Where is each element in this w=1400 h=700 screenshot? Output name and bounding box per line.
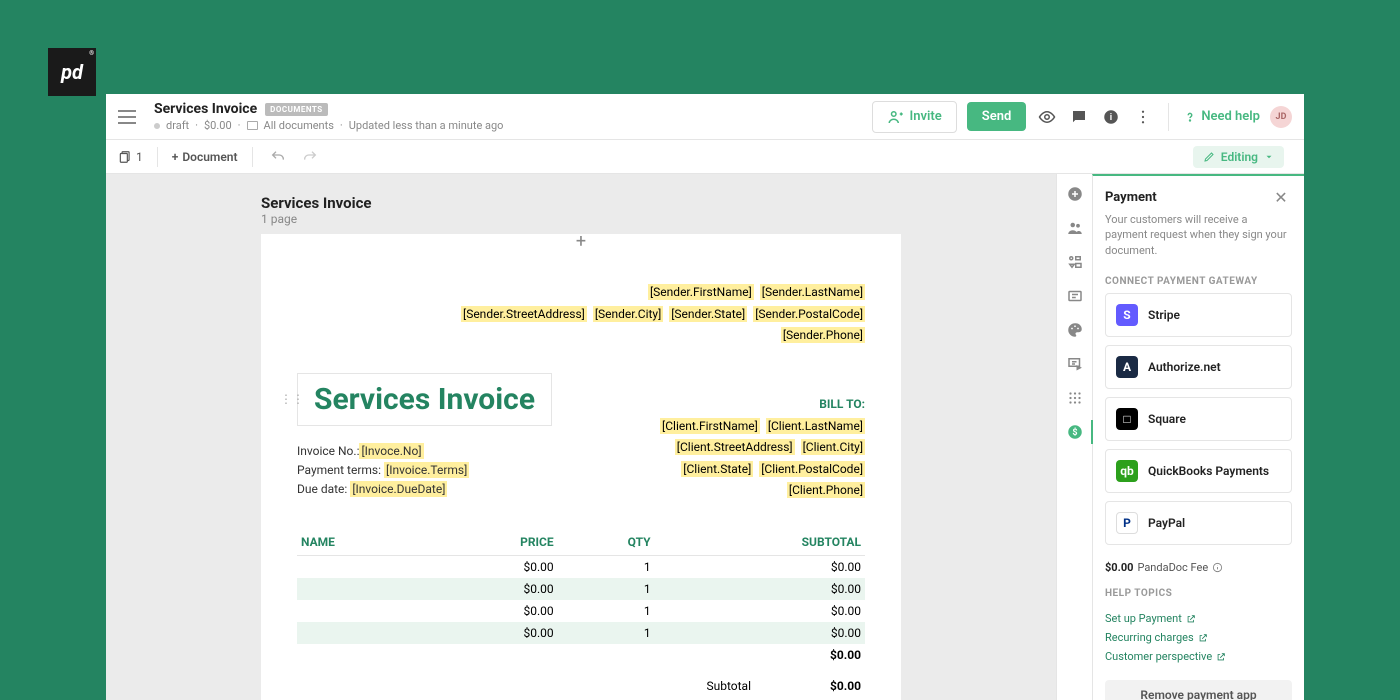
help-topics-label: HELP TOPICS xyxy=(1093,582,1304,605)
recipients-tool[interactable] xyxy=(1065,218,1085,238)
gateway-icon: A xyxy=(1116,356,1138,378)
bill-to-block[interactable]: BILL TO: [Client.FirstName] [Client.Last… xyxy=(660,394,865,502)
content-tool[interactable] xyxy=(1065,252,1085,272)
apps-tool[interactable] xyxy=(1065,388,1085,408)
remove-payment-button[interactable]: Remove payment app xyxy=(1105,680,1292,700)
table-row[interactable]: $0.001$0.00 xyxy=(297,600,865,622)
design-tool[interactable] xyxy=(1065,320,1085,340)
app-window: Services Invoice DOCUMENTS draft · $0.00… xyxy=(106,94,1304,700)
send-button[interactable]: Send xyxy=(967,102,1027,131)
table-row[interactable]: $0.001$0.00 xyxy=(297,622,865,644)
chevron-down-icon xyxy=(1264,152,1274,162)
gateway-option[interactable]: SStripe xyxy=(1105,293,1292,337)
top-bar: Services Invoice DOCUMENTS draft · $0.00… xyxy=(106,94,1304,140)
invite-button[interactable]: Invite xyxy=(872,101,957,133)
status-dot xyxy=(154,123,160,129)
gateway-icon: □ xyxy=(1116,408,1138,430)
add-document-button[interactable]: + Document xyxy=(172,150,238,164)
col-subtotal: SUBTOTAL xyxy=(655,529,865,556)
gateway-option[interactable]: PPayPal xyxy=(1105,501,1292,545)
variables-tool[interactable] xyxy=(1065,286,1085,306)
more-icon[interactable] xyxy=(1132,106,1154,128)
gateway-option[interactable]: □Square xyxy=(1105,397,1292,441)
col-price: PRICE xyxy=(428,529,558,556)
col-name: NAME xyxy=(297,529,428,556)
document-title-area: Services Invoice DOCUMENTS draft · $0.00… xyxy=(154,101,872,132)
folder-name[interactable]: All documents xyxy=(264,119,334,132)
help-link[interactable]: Customer perspective xyxy=(1105,647,1292,666)
gateway-option[interactable]: AAuthorize.net xyxy=(1105,345,1292,389)
fee-row: $0.00 PandaDoc Fee xyxy=(1093,553,1304,582)
table-row[interactable]: $0.001$0.00 xyxy=(297,556,865,579)
status-text: draft xyxy=(166,119,189,132)
panel-subtitle: Your customers will receive a payment re… xyxy=(1093,212,1304,270)
svg-text:i: i xyxy=(1110,113,1112,123)
page-count[interactable]: 1 xyxy=(118,150,143,164)
payment-panel: Payment ✕ Your customers will receive a … xyxy=(1092,174,1304,700)
pages-icon xyxy=(118,150,132,164)
user-avatar[interactable]: JD xyxy=(1270,106,1292,128)
invoice-title-block[interactable]: ⋮⋮ Services Invoice xyxy=(297,373,552,426)
price-text: $0.00 xyxy=(204,119,232,132)
payment-tool[interactable]: $ xyxy=(1065,422,1085,442)
tools-rail: $ xyxy=(1056,174,1092,700)
panel-title: Payment xyxy=(1105,190,1157,205)
gateway-option[interactable]: qbQuickBooks Payments xyxy=(1105,449,1292,493)
gateway-icon: qb xyxy=(1116,460,1138,482)
info-small-icon[interactable] xyxy=(1212,562,1223,573)
document-toolbar: 1 + Document Editing xyxy=(106,140,1304,174)
redo-button[interactable] xyxy=(299,146,321,168)
question-icon xyxy=(1183,110,1197,124)
help-link[interactable]: Set up Payment xyxy=(1105,609,1292,628)
document-canvas[interactable]: Services Invoice 1 page + ••• [Sender.Fi… xyxy=(106,174,1056,700)
info-icon[interactable]: i xyxy=(1100,106,1122,128)
svg-text:$: $ xyxy=(1072,427,1077,438)
pencil-icon xyxy=(1203,151,1215,163)
document-type-badge: DOCUMENTS xyxy=(265,103,328,116)
plus-icon: + xyxy=(172,150,179,164)
totals-block: Subtotal$0.00 Discount$0.00 Tax$0.00 xyxy=(297,676,865,700)
updated-text: Updated less than a minute ago xyxy=(349,119,504,132)
add-tool[interactable] xyxy=(1065,184,1085,204)
external-link-icon xyxy=(1186,614,1196,624)
sender-block[interactable]: [Sender.FirstName] [Sender.LastName] [Se… xyxy=(297,282,865,347)
line-items-table[interactable]: NAME PRICE QTY SUBTOTAL $0.001$0.00$0.00… xyxy=(297,529,865,666)
external-link-icon xyxy=(1216,652,1226,662)
undo-button[interactable] xyxy=(267,146,289,168)
preview-icon[interactable] xyxy=(1036,106,1058,128)
folder-icon xyxy=(247,121,258,130)
brand-logo: pd xyxy=(48,48,96,96)
help-link[interactable]: Recurring charges xyxy=(1105,628,1292,647)
canvas-doc-title: Services Invoice xyxy=(261,194,372,212)
drag-handle-icon[interactable]: ⋮⋮ xyxy=(280,392,304,406)
gateway-icon: P xyxy=(1116,512,1138,534)
close-panel-icon[interactable]: ✕ xyxy=(1270,186,1292,208)
col-qty: QTY xyxy=(558,529,655,556)
menu-icon[interactable] xyxy=(118,110,136,124)
workflow-tool[interactable] xyxy=(1065,354,1085,374)
external-link-icon xyxy=(1198,633,1208,643)
canvas-page-count: 1 page xyxy=(261,212,372,226)
add-block-button[interactable]: + xyxy=(576,231,586,252)
document-page[interactable]: [Sender.FirstName] [Sender.LastName] [Se… xyxy=(261,234,901,700)
gateway-icon: S xyxy=(1116,304,1138,326)
need-help-link[interactable]: Need help xyxy=(1183,109,1260,124)
comments-icon[interactable] xyxy=(1068,106,1090,128)
table-row[interactable]: $0.001$0.00 xyxy=(297,578,865,600)
editing-mode-dropdown[interactable]: Editing xyxy=(1193,146,1284,168)
connect-gateway-label: CONNECT PAYMENT GATEWAY xyxy=(1093,270,1304,293)
document-title: Services Invoice xyxy=(154,101,257,117)
add-user-icon xyxy=(887,108,905,126)
